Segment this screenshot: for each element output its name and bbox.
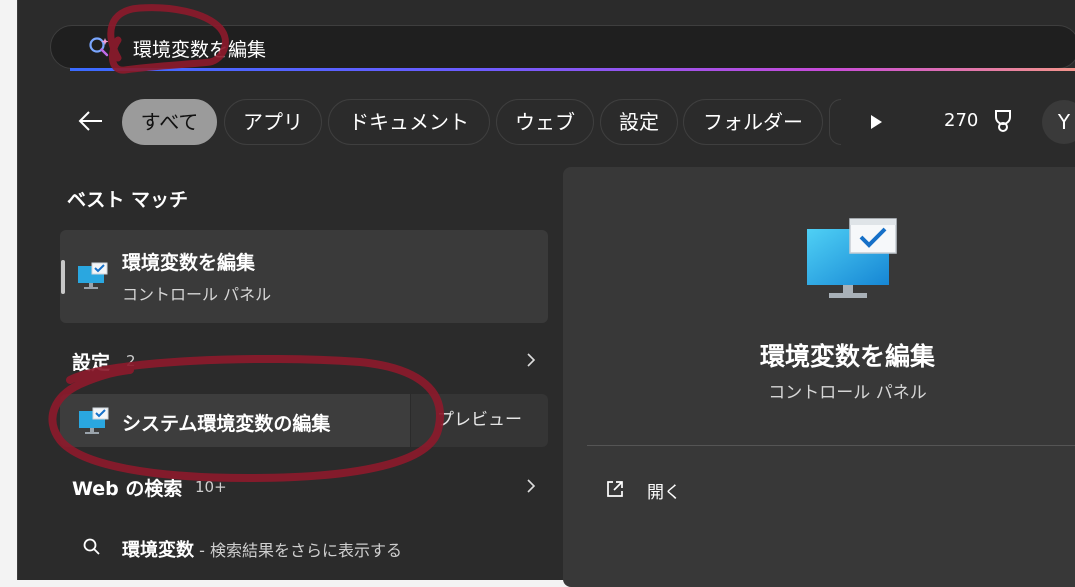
search-input[interactable]: 環境変数を編集 (133, 35, 266, 62)
settings-count: 2 (126, 352, 136, 370)
best-match-result[interactable] (60, 230, 548, 323)
settings-heading: 設定 (72, 352, 111, 374)
control-panel-monitor-icon (78, 262, 108, 289)
best-match-title: 環境変数を編集 (122, 252, 256, 274)
filter-chip-all[interactable]: すべて (122, 99, 217, 145)
preview-button[interactable]: プレビュー (411, 394, 548, 447)
back-arrow-icon[interactable] (76, 106, 106, 136)
search-underline (70, 68, 1075, 71)
rewards-points: 270 (944, 110, 979, 131)
filter-chip-web[interactable]: ウェブ (496, 99, 594, 145)
web-suggestion-query: 環境変数 (122, 540, 194, 561)
selection-indicator (61, 260, 65, 294)
web-suggestion[interactable]: 環境変数 - 検索結果をさらに表示する (122, 536, 402, 562)
detail-title: 環境変数を編集 (759, 342, 935, 371)
web-search-count: 10+ (195, 478, 227, 496)
best-match-subtitle: コントロール パネル (122, 285, 272, 304)
copilot-search-icon (89, 37, 109, 57)
rewards-trophy-icon[interactable] (990, 108, 1016, 134)
chevron-right-icon[interactable] (525, 477, 537, 495)
open-external-icon[interactable] (605, 479, 625, 499)
filter-chip-folders[interactable]: フォルダー (683, 99, 823, 145)
web-suggestion-hint: - 検索結果をさらに表示する (194, 541, 402, 560)
detail-subtitle: コントロール パネル (768, 383, 927, 403)
filter-chip-more[interactable] (829, 99, 841, 145)
filter-chip-documents[interactable]: ドキュメント (328, 99, 490, 145)
system-settings-monitor-icon (79, 407, 109, 434)
search-icon (83, 538, 100, 555)
open-action[interactable]: 開く (647, 478, 681, 503)
best-match-heading: ベスト マッチ (67, 189, 188, 211)
detail-divider (587, 445, 1075, 446)
filter-chip-settings[interactable]: 設定 (600, 99, 678, 145)
web-search-heading: Web の検索 (72, 478, 183, 500)
settings-result-label: システム環境変数の編集 (122, 413, 331, 435)
scroll-right-icon[interactable] (866, 112, 886, 132)
control-panel-large-icon (807, 218, 897, 298)
chevron-right-icon[interactable] (525, 351, 537, 369)
filter-chip-apps[interactable]: アプリ (224, 99, 322, 145)
